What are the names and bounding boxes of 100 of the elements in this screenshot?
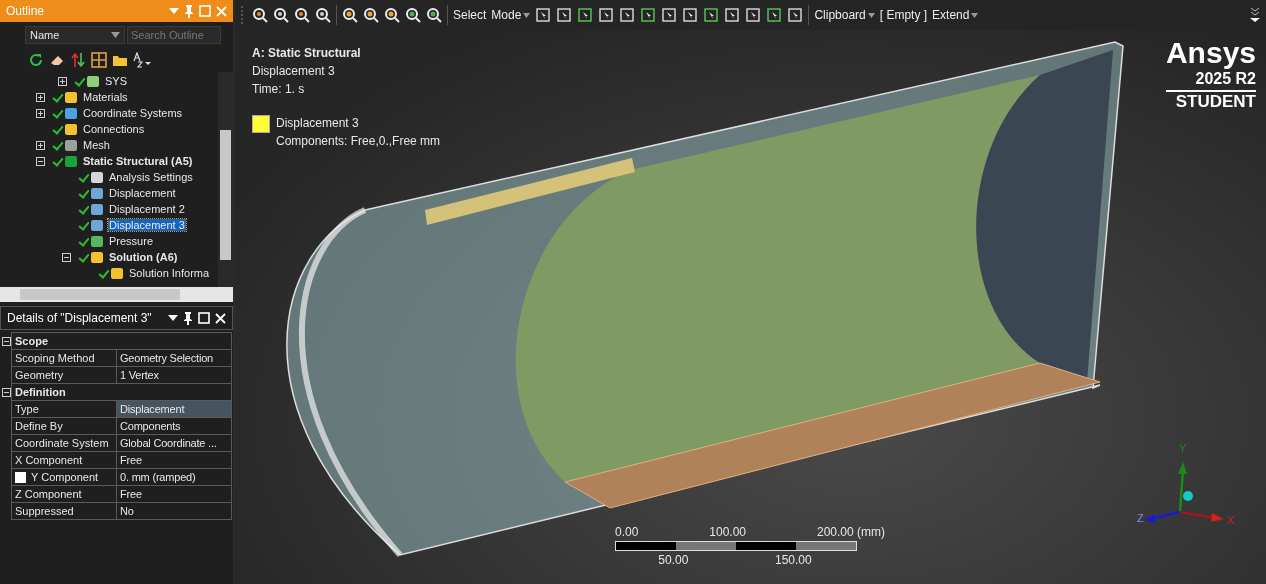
toolbar-icon[interactable]	[577, 7, 594, 23]
toolbar-icon[interactable]	[556, 7, 573, 23]
tree-item[interactable]: Connections	[82, 123, 146, 135]
node-icon	[65, 123, 77, 135]
pin-icon[interactable]	[183, 311, 193, 325]
tree-item[interactable]: SYS	[104, 75, 128, 87]
tree-item[interactable]: Static Structural (A5)	[82, 155, 194, 167]
property-value[interactable]: Components	[116, 417, 232, 435]
overflow-icon[interactable]	[1250, 7, 1260, 23]
tree-item[interactable]: Analysis Settings	[108, 171, 194, 183]
axis-label: Y	[1179, 442, 1187, 454]
tree-item[interactable]: Pressure	[108, 235, 155, 247]
toolbar-button[interactable]: Extend	[932, 8, 979, 22]
collapse-icon[interactable]	[2, 387, 11, 397]
toolbar-icon[interactable]	[363, 7, 379, 23]
property-value[interactable]: Geometry Selection	[116, 349, 232, 367]
sort-arrows-icon[interactable]	[70, 52, 86, 68]
tree-item[interactable]: Materials	[82, 91, 129, 103]
property-label: X Component	[11, 451, 117, 469]
property-label: Type	[11, 400, 117, 418]
tree-item[interactable]: Displacement 3	[108, 219, 186, 231]
node-icon	[91, 219, 103, 231]
toolbar-icon[interactable]	[342, 7, 358, 23]
property-label: Suppressed	[11, 502, 117, 520]
dropdown-icon[interactable]	[168, 314, 178, 322]
search-field[interactable]: Search Outline	[127, 26, 221, 44]
toolbar-icon[interactable]	[294, 7, 310, 23]
collapse-icon[interactable]	[2, 336, 11, 346]
refresh-icon[interactable]	[28, 52, 44, 68]
node-icon	[87, 75, 99, 87]
axis-label: Z	[1137, 512, 1144, 524]
toolbar-button[interactable]: Clipboard	[814, 8, 875, 22]
property-label: Z Component	[11, 485, 117, 503]
caret-icon	[111, 32, 120, 38]
expand-icon[interactable]	[62, 252, 71, 262]
toolbar-icon[interactable]	[619, 7, 636, 23]
tree-item[interactable]: Displacement 2	[108, 203, 186, 215]
axis-label: X	[1227, 514, 1235, 526]
expand-icon[interactable]	[58, 76, 67, 86]
toolbar-icon[interactable]	[745, 7, 762, 23]
caret-icon	[523, 12, 531, 18]
property-value[interactable]: Free	[116, 451, 232, 469]
maximize-icon[interactable]	[198, 312, 210, 324]
close-icon[interactable]	[215, 312, 226, 324]
toolbar-icon[interactable]	[426, 7, 442, 23]
tree-item[interactable]: Coordinate Systems	[82, 107, 184, 119]
toolbar-icon[interactable]	[405, 7, 421, 23]
checkbox[interactable]	[15, 472, 26, 483]
horizontal-scrollbar[interactable]	[0, 287, 233, 302]
toolbar-icon[interactable]	[315, 7, 331, 23]
caret-icon	[867, 12, 875, 18]
analysis-title: A: Static Structural	[252, 45, 362, 62]
panel-title: Outline	[6, 4, 45, 18]
tree-item[interactable]: Mesh	[82, 139, 111, 151]
property-value[interactable]: Free	[116, 485, 232, 503]
toolbar-icon[interactable]	[787, 7, 804, 23]
toolbar-icon[interactable]	[598, 7, 615, 23]
node-icon	[65, 107, 77, 119]
toolbar-button[interactable]: Select	[453, 8, 487, 22]
tree-item[interactable]: Solution (A6)	[108, 251, 179, 263]
toolbar-icon[interactable]	[766, 7, 783, 23]
node-icon	[91, 187, 103, 199]
tree-item[interactable]: Displacement	[108, 187, 177, 199]
section-header: Definition	[11, 383, 232, 401]
toolbar-icon[interactable]	[273, 7, 289, 23]
panel-title: Details of "Displacement 3"	[7, 311, 152, 325]
toolbar-icon[interactable]	[661, 7, 678, 23]
version-label: 2025 R2	[1165, 70, 1256, 92]
legend-detail: Components: Free,0.,Free mm	[276, 133, 441, 150]
scale-label: 0.00	[615, 525, 639, 539]
grid-icon[interactable]	[91, 52, 107, 68]
property-value[interactable]: 0. mm (ramped)	[116, 468, 232, 486]
toolbar-icon[interactable]	[682, 7, 699, 23]
toolbar-icon[interactable]	[640, 7, 657, 23]
scale-label: 150.00	[774, 553, 812, 567]
toolbar-button[interactable]: [ Empty ]	[879, 8, 928, 22]
filter-dropdown[interactable]: Name	[25, 26, 125, 44]
vertical-scrollbar[interactable]	[218, 72, 233, 287]
property-label: Geometry	[11, 366, 117, 384]
section-header: Scope	[11, 332, 232, 350]
property-value[interactable]: 1 Vertex	[116, 366, 232, 384]
scale-label: 100.00	[709, 525, 746, 539]
toolbar-button[interactable]: Mode	[491, 8, 531, 22]
legend-name: Displacement 3	[276, 115, 360, 132]
graphics-viewport[interactable]: A: Static Structural Displacement 3 Time: 1. s Displacement 3 Components: Free,0.,Free mm Ansys 2025 R2 STUDENT 0.00 100.00 200.00 (mm) 50.00 150.00 X Y Z	[235, 30, 1266, 584]
property-value[interactable]: No	[116, 502, 232, 520]
toolbar-icon[interactable]	[384, 7, 400, 23]
node-icon	[65, 139, 77, 151]
toolbar-icon[interactable]	[252, 7, 268, 23]
caret-icon	[971, 12, 979, 18]
property-label: Scoping Method	[11, 349, 117, 367]
toolbar-icon[interactable]	[535, 7, 552, 23]
sort-icon[interactable]	[133, 52, 153, 68]
toolbar-icon[interactable]	[724, 7, 741, 23]
property-label: Y Component	[11, 468, 117, 486]
property-value[interactable]: Global Coordinate ...	[116, 434, 232, 452]
toolbar-icon[interactable]	[703, 7, 720, 23]
node-icon	[65, 91, 77, 103]
tree-item[interactable]: Solution Informa	[128, 267, 211, 279]
object-name: Displacement 3	[252, 63, 336, 80]
